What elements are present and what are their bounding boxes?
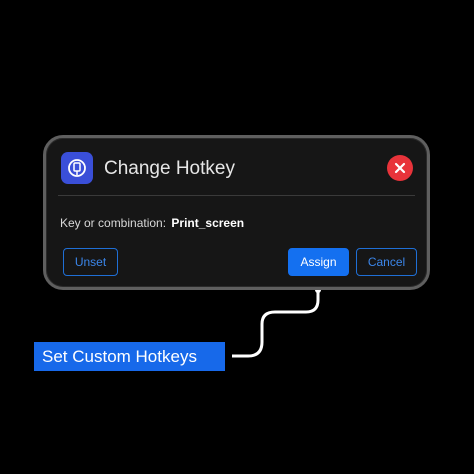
stage: Change Hotkey Key or combination: Print_… bbox=[0, 0, 474, 474]
dialog-title: Change Hotkey bbox=[104, 158, 235, 179]
cancel-button[interactable]: Cancel bbox=[356, 248, 417, 276]
close-icon bbox=[394, 162, 406, 174]
assign-button[interactable]: Assign bbox=[288, 248, 349, 276]
callout-label: Set Custom Hotkeys bbox=[34, 342, 225, 371]
divider bbox=[58, 195, 415, 196]
close-button[interactable] bbox=[387, 155, 413, 181]
key-combination-label: Key or combination: bbox=[60, 216, 167, 230]
unset-button[interactable]: Unset bbox=[63, 248, 118, 276]
key-combination-line: Key or combination: Print_screen bbox=[60, 216, 244, 230]
change-hotkey-dialog: Change Hotkey Key or combination: Print_… bbox=[43, 135, 430, 290]
key-combination-value: Print_screen bbox=[171, 216, 245, 230]
hotkey-app-icon bbox=[61, 152, 93, 184]
